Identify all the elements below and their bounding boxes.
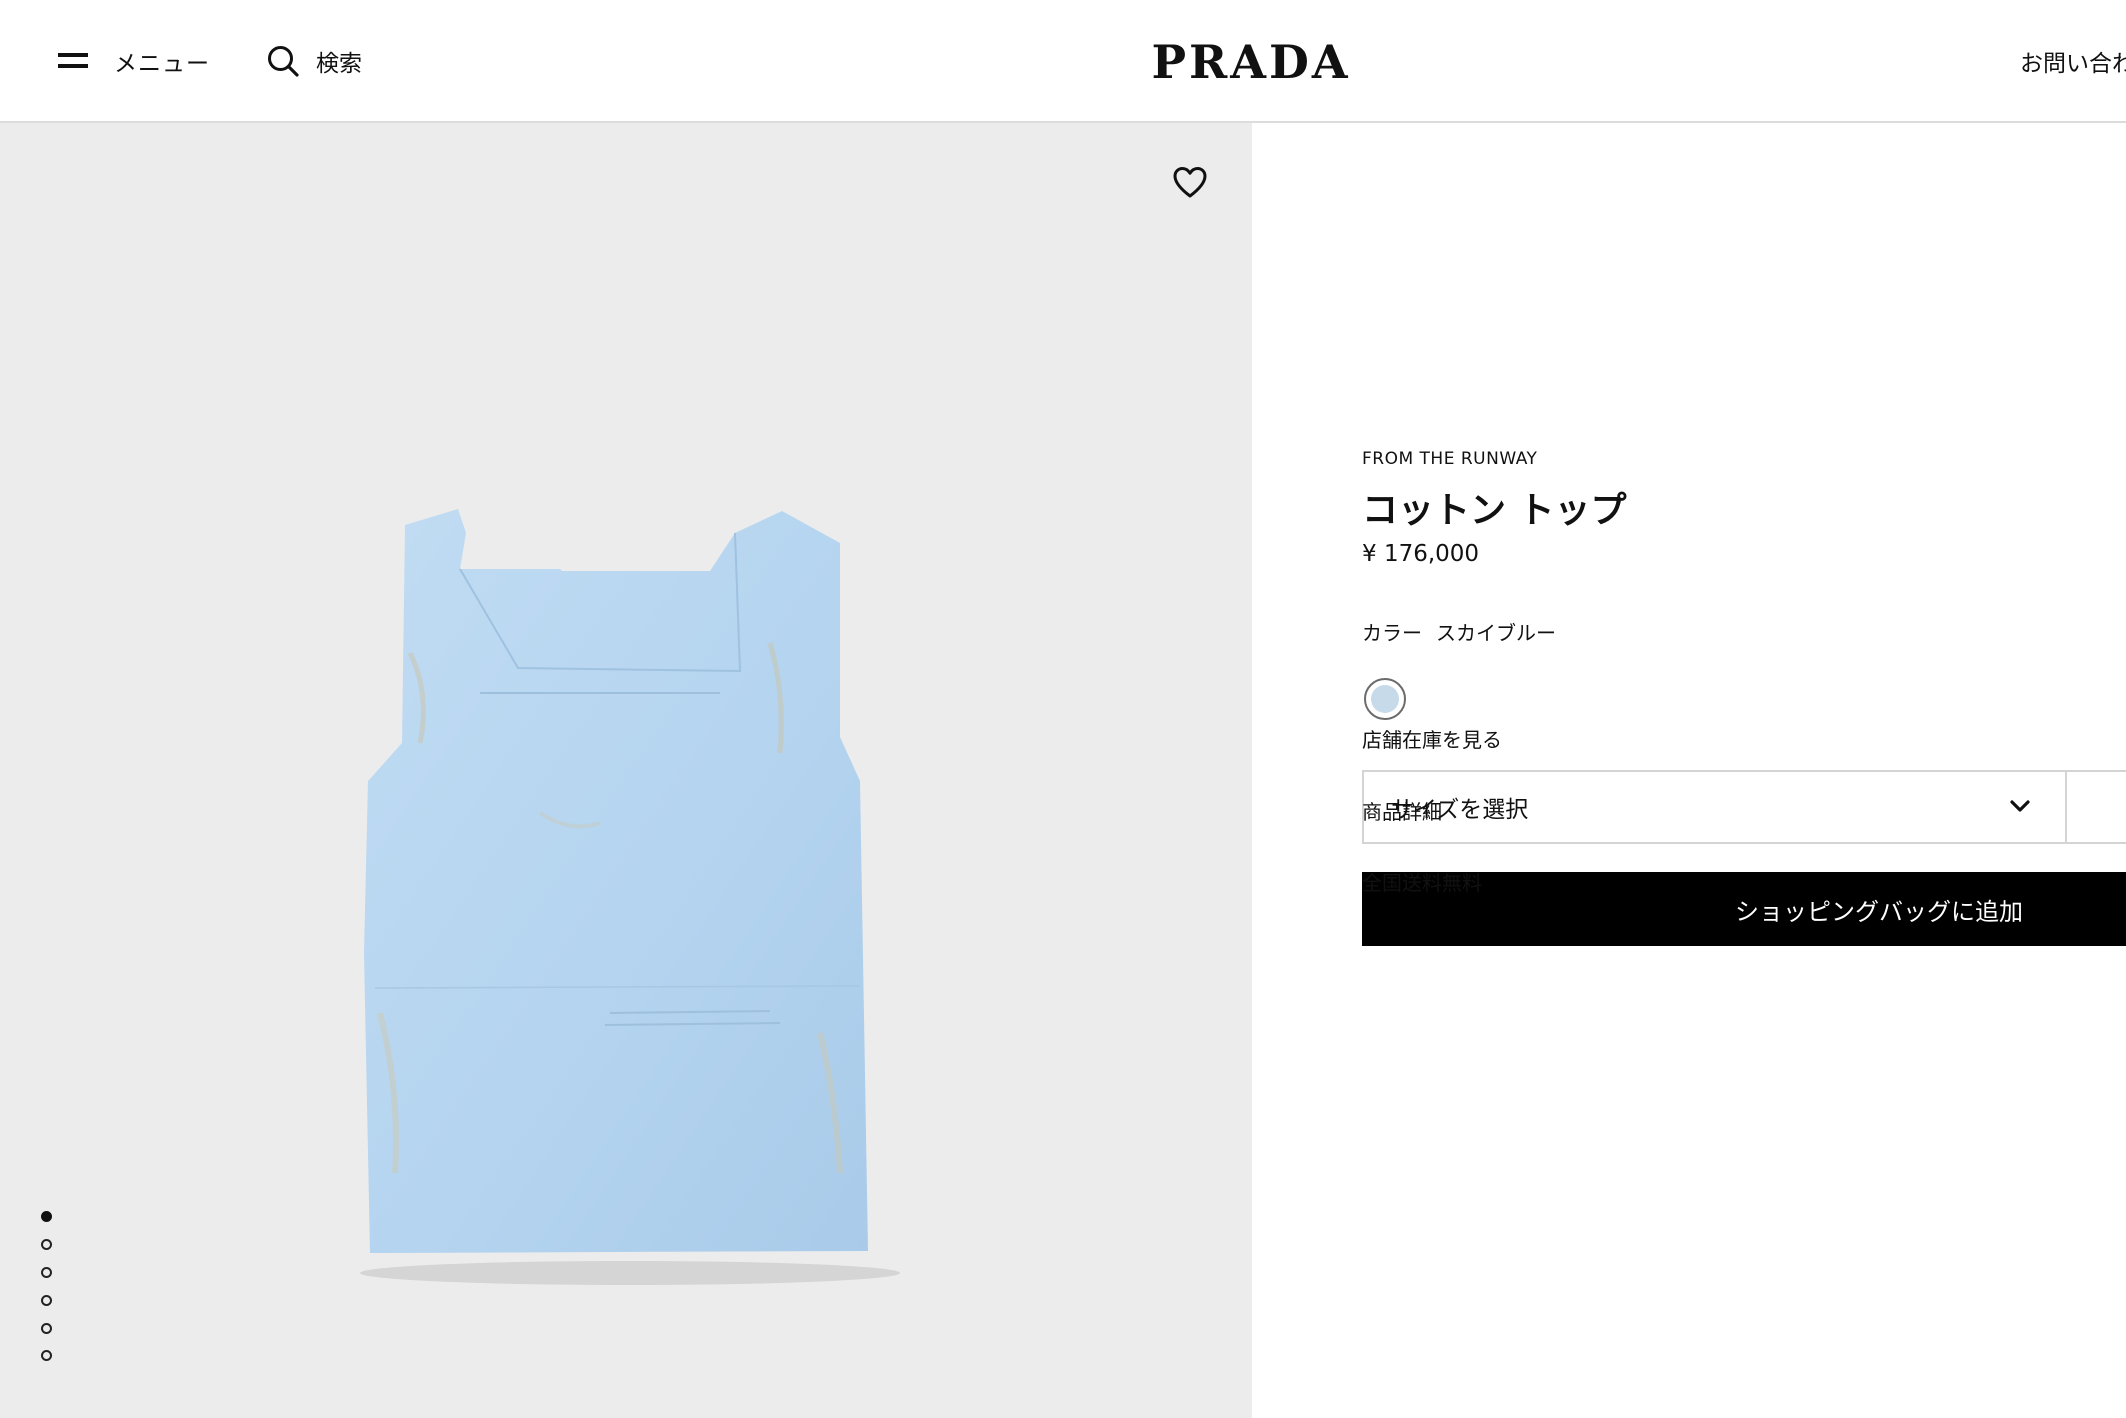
color-name: スカイブルー [1436,621,1556,645]
brand-logo[interactable]: PRADA [1142,34,1360,90]
free-shipping-link[interactable]: 全国送料無料 [1362,867,1482,896]
color-info: カラー スカイブルー [1362,617,1556,646]
product-title: コットン トップ [1362,490,1627,531]
color-swatch-fill [1371,685,1399,713]
product-price: ¥ 176,000 [1362,541,1480,567]
carousel-dot[interactable] [41,1211,52,1222]
product-photo [360,509,900,1285]
search-label: 検索 [316,51,362,77]
collection-label: FROM THE RUNWAY [1362,449,1538,469]
carousel-dot[interactable] [41,1323,52,1334]
carousel-dot[interactable] [41,1295,52,1306]
product-image-gallery [0,123,1252,1418]
search-icon [268,46,299,77]
color-swatch[interactable] [1364,678,1406,720]
search-button[interactable]: 検索 [266,40,362,82]
size-select[interactable]: サイズを選択 [1362,770,2067,844]
color-label: カラー [1362,621,1422,645]
contact-link[interactable]: お問い合わ [2020,44,2126,78]
carousel-dot[interactable] [41,1350,52,1361]
menu-icon [58,51,88,71]
heart-icon[interactable] [1172,165,1208,201]
carousel-dot[interactable] [41,1239,52,1250]
carousel-dot[interactable] [41,1267,52,1278]
site-header: メニュー 検索 PRADA お問い合わ [0,0,2126,123]
size-guide-button[interactable] [2065,770,2126,844]
store-stock-link[interactable]: 店舗在庫を見る [1362,724,1502,753]
product-details-link[interactable]: 商品詳細 [1362,796,1442,825]
menu-button[interactable]: メニュー [58,40,210,82]
product-info-panel: FROM THE RUNWAY コットン トップ ¥ 176,000 カラー スカ… [1252,123,2126,1418]
chevron-down-icon [2010,800,2030,812]
image-carousel-dots [38,1211,54,1381]
menu-label: メニュー [114,51,210,77]
